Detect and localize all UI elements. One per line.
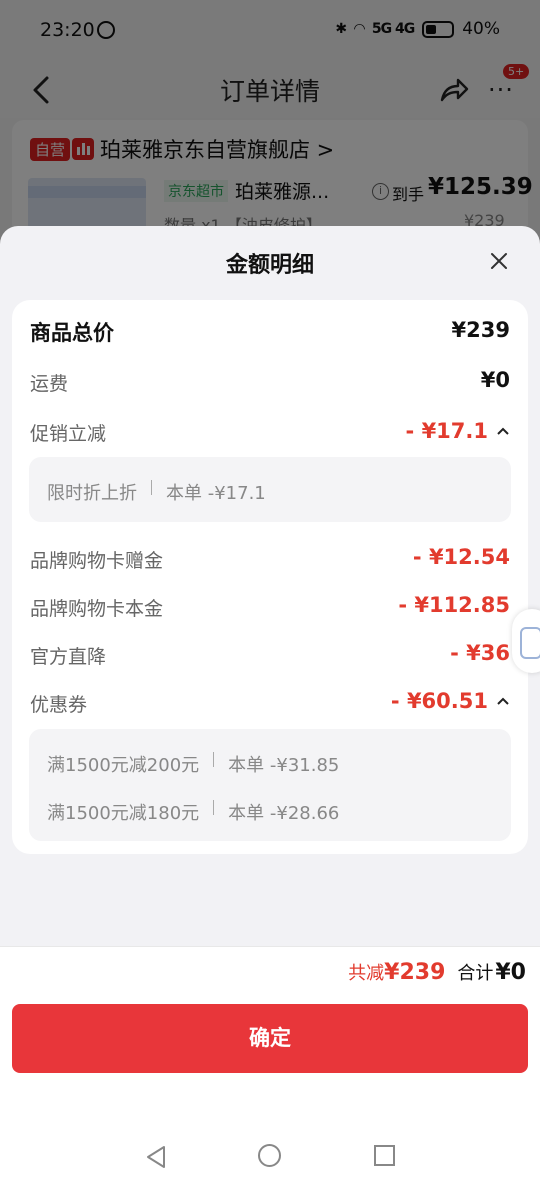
coupon-label: 优惠券: [30, 694, 88, 716]
shipping-label: 运费: [30, 373, 69, 395]
coupon-detail-amount: 本单 -¥31.85: [228, 755, 340, 776]
brand-gift-value: - ¥12.54: [412, 545, 510, 569]
nav-back-icon[interactable]: [144, 1145, 168, 1169]
brand-principal-label: 品牌购物卡本金: [30, 598, 164, 620]
official-discount-label: 官方直降: [30, 646, 107, 668]
coupon-detail-name: 满1500元减180元: [47, 803, 200, 824]
sum-value: ¥0: [495, 960, 526, 985]
promo-detail-row: 限时折上折 本单 -¥17.1: [47, 479, 266, 505]
brand-gift-label: 品牌购物卡赠金: [30, 550, 164, 572]
coupon-detail-name: 满1500元减200元: [47, 755, 200, 776]
coupon-value[interactable]: - ¥60.51: [391, 689, 488, 713]
total-reduce-label: 共减: [348, 963, 385, 984]
sum-label: 合计: [457, 963, 494, 984]
nav-home-icon[interactable]: [258, 1144, 281, 1167]
promo-detail-box: 限时折上折 本单 -¥17.1: [29, 457, 511, 522]
nav-recent-icon[interactable]: [374, 1145, 395, 1166]
coupon-detail-row: 满1500元减200元 本单 -¥31.85: [47, 751, 339, 777]
coupon-detail-box: 满1500元减200元 本单 -¥31.85 满1500元减180元 本单 -¥28…: [29, 729, 511, 841]
coupon-detail-row: 满1500元减180元 本单 -¥28.66: [47, 799, 339, 825]
system-nav-bar: [0, 1137, 540, 1177]
background-page: 23:20 ✱ ◠ 5G 4G 40% 订单详情 ··· 5+ 自营 珀莱雅京东…: [0, 0, 540, 260]
brand-principal-value: - ¥112.85: [398, 593, 510, 617]
total-summary: 共减 ¥239 合计 ¥0: [348, 959, 526, 985]
sheet-title: 金额明细: [225, 253, 314, 278]
chevron-up-icon[interactable]: [496, 696, 510, 706]
promo-value[interactable]: - ¥17.1: [406, 419, 488, 443]
close-icon[interactable]: [488, 250, 510, 272]
dim-overlay[interactable]: [0, 0, 540, 260]
shipping-value: ¥0: [480, 368, 510, 392]
chevron-up-icon[interactable]: [496, 426, 510, 436]
total-reduce-value: ¥239: [384, 960, 446, 985]
sheet-footer: 共减 ¥239 合计 ¥0 确定: [0, 946, 540, 1185]
promo-label: 促销立减: [30, 423, 107, 445]
official-discount-value: - ¥36: [450, 641, 510, 665]
detail-card: 商品总价 ¥239 运费 ¥0 促销立减 - ¥17.1 限时折上折 本单 -¥1…: [12, 300, 528, 854]
promo-detail-amount: 本单 -¥17.1: [166, 483, 266, 504]
goods-total-value: ¥239: [451, 318, 510, 342]
confirm-button[interactable]: 确定: [12, 1004, 528, 1073]
floating-assistant-icon[interactable]: [512, 609, 540, 673]
coupon-detail-amount: 本单 -¥28.66: [228, 803, 340, 824]
promo-detail-name: 限时折上折: [47, 483, 137, 504]
goods-total-label: 商品总价: [30, 321, 114, 345]
